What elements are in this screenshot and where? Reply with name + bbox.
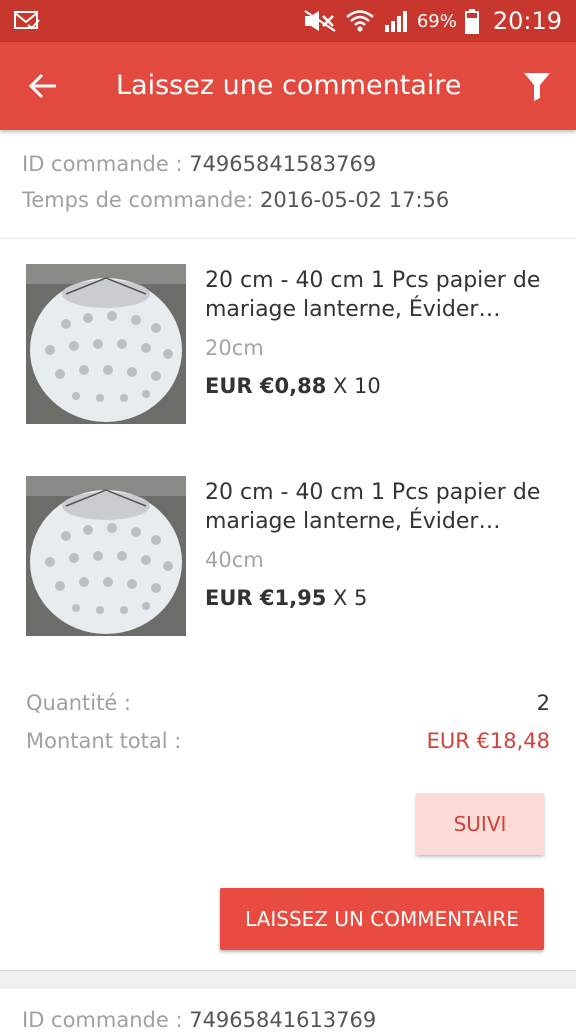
next-order-id[interactable]: ID commande : 74965841613769 — [22, 1008, 376, 1032]
order-id-label: ID commande : — [22, 152, 190, 176]
quantity-row: Quantité : 2 — [26, 691, 550, 723]
leave-comment-button[interactable]: LAISSEZ UN COMMENTAIRE — [220, 888, 544, 950]
filter-icon[interactable] — [522, 70, 552, 102]
next-order-id-value: 74965841613769 — [189, 1008, 377, 1032]
product-image[interactable] — [26, 476, 186, 636]
product-variant: 20cm — [205, 336, 264, 360]
product-price: EUR €0,88 X 10 — [205, 374, 381, 398]
app-bar: Laissez une commentaire — [0, 42, 576, 130]
signal-icon — [384, 11, 407, 32]
order-header: ID commande : 74965841583769 Temps de co… — [0, 130, 576, 239]
lantern-image — [26, 476, 186, 636]
mute-icon — [304, 10, 336, 32]
total-value: EUR €18,48 — [426, 729, 550, 753]
clock: 20:19 — [492, 7, 562, 35]
price-value: EUR €0,88 — [205, 374, 327, 398]
battery-percent: 69% — [416, 10, 457, 32]
mail-icon — [14, 11, 40, 30]
order-item[interactable]: 20 cm - 40 cm 1 Pcs papier de mariage la… — [0, 476, 576, 648]
quantity-multiplier: X 5 — [326, 586, 368, 610]
page-title: Laissez une commentaire — [116, 70, 462, 101]
total-row: Montant total : EUR €18,48 — [26, 729, 550, 761]
next-order-id-label: ID commande : — [22, 1008, 190, 1032]
product-variant: 40cm — [205, 548, 264, 572]
status-bar: 69% 20:19 — [0, 0, 576, 42]
price-value: EUR €1,95 — [205, 586, 327, 610]
product-title[interactable]: 20 cm - 40 cm 1 Pcs papier de mariage la… — [205, 266, 555, 324]
order-time: Temps de commande: 2016-05-02 17:56 — [22, 188, 449, 212]
product-image[interactable] — [26, 264, 186, 424]
arrow-left-icon[interactable] — [26, 68, 62, 104]
quantity-label: Quantité : — [26, 691, 131, 715]
total-label: Montant total : — [26, 729, 182, 753]
track-button[interactable]: SUIVI — [416, 793, 544, 855]
quantity-multiplier: X 10 — [326, 374, 381, 398]
product-price: EUR €1,95 X 5 — [205, 586, 367, 610]
order-time-label: Temps de commande: — [22, 188, 260, 212]
wifi-icon — [346, 10, 374, 32]
order-id: ID commande : 74965841583769 — [22, 152, 376, 176]
divider — [0, 970, 576, 989]
order-time-value: 2016-05-02 17:56 — [260, 188, 450, 212]
battery-icon — [464, 9, 479, 34]
order-id-value: 74965841583769 — [189, 152, 377, 176]
order-item[interactable]: 20 cm - 40 cm 1 Pcs papier de mariage la… — [0, 264, 576, 436]
lantern-image — [26, 264, 186, 424]
product-title[interactable]: 20 cm - 40 cm 1 Pcs papier de mariage la… — [205, 478, 555, 536]
quantity-value: 2 — [536, 691, 550, 715]
